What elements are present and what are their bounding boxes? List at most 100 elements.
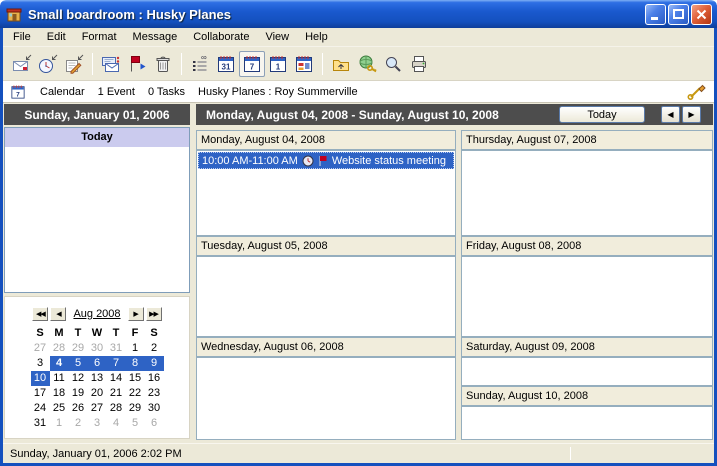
mini-calendar-day[interactable]: 10	[31, 371, 50, 386]
mini-calendar-day[interactable]: 6	[88, 356, 107, 371]
mini-calendar-day[interactable]: 15	[126, 371, 145, 386]
new-appointment-button[interactable]	[35, 51, 61, 77]
key-pencil-icon[interactable]	[686, 84, 708, 100]
mini-calendar-day[interactable]: 22	[126, 386, 145, 401]
mini-calendar-day[interactable]: 7	[107, 356, 126, 371]
next-month-icon[interactable]: ▶	[128, 307, 144, 321]
mini-calendar-day[interactable]: 4	[50, 356, 69, 371]
mini-calendar-day[interactable]: 26	[69, 401, 88, 416]
mini-calendar-day[interactable]: 29	[69, 341, 88, 356]
mini-calendar-day[interactable]: 8	[126, 356, 145, 371]
month-view-button[interactable]: 31	[213, 51, 239, 77]
day-header-monday[interactable]: Monday, August 04, 2008	[196, 130, 456, 150]
agenda-list-button[interactable]: ∞	[187, 51, 213, 77]
week-view-button[interactable]: 7	[239, 51, 265, 77]
mini-calendar-day[interactable]: 2	[145, 341, 164, 356]
new-mail-button[interactable]	[9, 51, 35, 77]
mini-calendar-day[interactable]: 18	[50, 386, 69, 401]
menu-file[interactable]: File	[5, 29, 39, 45]
day-cell-saturday[interactable]	[461, 357, 713, 386]
mini-calendar-day[interactable]: 24	[31, 401, 50, 416]
flag-icon	[126, 53, 148, 75]
day-header-wednesday[interactable]: Wednesday, August 06, 2008	[196, 337, 456, 357]
day-header-friday[interactable]: Friday, August 08, 2008	[461, 236, 713, 256]
left-panel-date-header: Sunday, January 01, 2006	[4, 104, 190, 125]
prev-month-icon[interactable]: ◀	[50, 307, 66, 321]
menu-help[interactable]: Help	[297, 29, 336, 45]
mini-calendar-day[interactable]: 28	[50, 341, 69, 356]
mini-calendar-day[interactable]: 31	[107, 341, 126, 356]
event-website-status-meeting[interactable]: 10:00 AM-11:00 AM Website status meeting	[198, 152, 454, 169]
mini-calendar-day[interactable]: 17	[31, 386, 50, 401]
mini-calendar-day[interactable]: 31	[31, 416, 50, 431]
menu-edit[interactable]: Edit	[39, 29, 74, 45]
mini-calendar-day[interactable]: 12	[69, 371, 88, 386]
svg-text:∞: ∞	[201, 53, 207, 62]
mini-calendar-day[interactable]: 3	[31, 356, 50, 371]
search-button[interactable]	[380, 51, 406, 77]
day-cell-tuesday[interactable]	[196, 256, 456, 337]
day-cell-sunday[interactable]	[461, 406, 713, 440]
flag-button[interactable]	[124, 51, 150, 77]
new-task-button[interactable]	[61, 51, 87, 77]
mini-calendar-nav: ◀◀ ◀ Aug 2008 ▶ ▶▶	[5, 307, 189, 321]
print-button[interactable]	[406, 51, 432, 77]
menu-collaborate[interactable]: Collaborate	[185, 29, 257, 45]
next-year-icon[interactable]: ▶▶	[146, 307, 162, 321]
mini-calendar-day[interactable]: 1	[50, 416, 69, 431]
multi-user-view-button[interactable]	[291, 51, 317, 77]
menu-message[interactable]: Message	[125, 29, 186, 45]
today-item-list[interactable]: Today	[4, 127, 190, 293]
day-header-tuesday[interactable]: Tuesday, August 05, 2008	[196, 236, 456, 256]
mini-calendar-day[interactable]: 5	[126, 416, 145, 431]
new-task-icon	[63, 53, 85, 75]
today-button[interactable]: Today	[559, 106, 645, 123]
mini-calendar-day[interactable]: 2	[69, 416, 88, 431]
close-button[interactable]	[691, 4, 712, 25]
mini-calendar-day[interactable]: 5	[69, 356, 88, 371]
minimize-button[interactable]	[645, 4, 666, 25]
menu-format[interactable]: Format	[74, 29, 125, 45]
mini-calendar-day[interactable]: 1	[126, 341, 145, 356]
mini-calendar-day[interactable]: 25	[50, 401, 69, 416]
mini-calendar-day[interactable]: 16	[145, 371, 164, 386]
next-week-icon[interactable]: ▶	[682, 106, 701, 123]
day-header-sunday[interactable]: Sunday, August 10, 2008	[461, 386, 713, 406]
mini-calendar-day[interactable]: 11	[50, 371, 69, 386]
day-cell-thursday[interactable]	[461, 150, 713, 236]
resend-button[interactable]	[98, 51, 124, 77]
today-section-label: Today	[5, 128, 189, 147]
mini-calendar-day[interactable]: 27	[88, 401, 107, 416]
day-cell-monday[interactable]: 10:00 AM-11:00 AM Website status meeting	[196, 150, 456, 236]
status-text: Sunday, January 01, 2006 2:02 PM	[10, 448, 182, 460]
up-folder-button[interactable]	[328, 51, 354, 77]
mini-calendar-month-label[interactable]: Aug 2008	[73, 308, 120, 320]
delete-button[interactable]	[150, 51, 176, 77]
mini-calendar-day[interactable]: 4	[107, 416, 126, 431]
mini-calendar-day[interactable]: 27	[31, 341, 50, 356]
delete-icon	[152, 53, 174, 75]
mini-calendar-day[interactable]: 6	[145, 416, 164, 431]
mini-calendar-day[interactable]: 29	[126, 401, 145, 416]
mini-calendar-day[interactable]: 13	[88, 371, 107, 386]
day-view-button[interactable]: 1	[265, 51, 291, 77]
day-header-thursday[interactable]: Thursday, August 07, 2008	[461, 130, 713, 150]
mini-calendar-day[interactable]: 30	[145, 401, 164, 416]
day-cell-friday[interactable]	[461, 256, 713, 337]
mini-calendar-day[interactable]: 19	[69, 386, 88, 401]
mini-calendar-day[interactable]: 3	[88, 416, 107, 431]
day-header-saturday[interactable]: Saturday, August 09, 2008	[461, 337, 713, 357]
menu-view[interactable]: View	[257, 29, 297, 45]
maximize-button[interactable]	[668, 4, 689, 25]
mini-calendar-day[interactable]: 14	[107, 371, 126, 386]
day-cell-wednesday[interactable]	[196, 357, 456, 440]
mini-calendar-day[interactable]: 23	[145, 386, 164, 401]
proxy-button[interactable]	[354, 51, 380, 77]
mini-calendar-day[interactable]: 9	[145, 356, 164, 371]
mini-calendar-day[interactable]: 28	[107, 401, 126, 416]
prev-year-icon[interactable]: ◀◀	[32, 307, 48, 321]
prev-week-icon[interactable]: ◀	[661, 106, 680, 123]
mini-calendar-day[interactable]: 30	[88, 341, 107, 356]
mini-calendar-day[interactable]: 20	[88, 386, 107, 401]
mini-calendar-day[interactable]: 21	[107, 386, 126, 401]
